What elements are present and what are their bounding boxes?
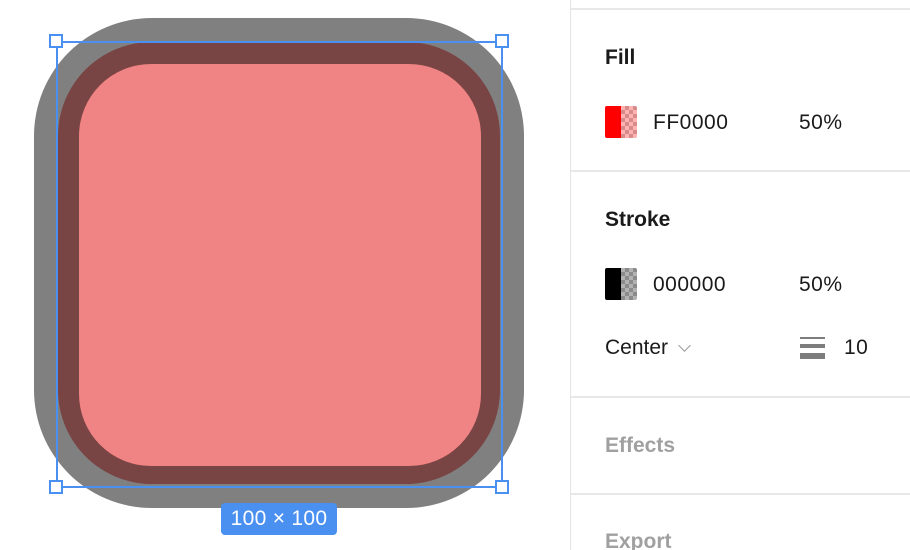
fill-section-title: Fill — [605, 46, 636, 69]
stroke-section-title: Stroke — [605, 208, 671, 231]
weight-bar — [800, 344, 825, 348]
fill-hex-input[interactable]: FF0000 — [653, 111, 728, 135]
stroke-weight-input[interactable]: 10 — [844, 336, 868, 360]
fill-opacity-input[interactable]: 50% — [799, 111, 843, 135]
section-divider — [571, 396, 910, 398]
fill-color-tint — [621, 106, 637, 138]
resize-handle-bottom-right[interactable] — [495, 480, 509, 494]
effects-section-title[interactable]: Effects — [605, 434, 675, 458]
fill-color-solid — [605, 106, 621, 138]
stroke-color-swatch[interactable] — [605, 268, 637, 300]
design-canvas[interactable]: 100 × 100 — [0, 0, 570, 550]
section-divider — [571, 8, 910, 10]
fill-color-swatch[interactable] — [605, 106, 637, 138]
stroke-align-dropdown[interactable]: Center — [605, 336, 691, 360]
properties-panel: Fill FF0000 50% Stroke 000000 50% Center… — [570, 0, 910, 550]
section-divider — [571, 493, 910, 495]
selection-bounding-box[interactable] — [56, 41, 503, 488]
dimensions-label: 100 × 100 — [221, 503, 337, 535]
weight-bar — [800, 353, 825, 359]
stroke-align-label: Center — [605, 336, 669, 359]
stroke-opacity-input[interactable]: 50% — [799, 273, 843, 297]
resize-handle-top-right[interactable] — [495, 34, 509, 48]
resize-handle-bottom-left[interactable] — [49, 480, 63, 494]
chevron-down-icon — [678, 338, 691, 352]
stroke-color-tint — [621, 268, 637, 300]
section-divider — [571, 170, 910, 172]
weight-bar — [800, 337, 825, 339]
stroke-hex-input[interactable]: 000000 — [653, 273, 726, 297]
export-section-title[interactable]: Export — [605, 530, 672, 550]
resize-handle-top-left[interactable] — [49, 34, 63, 48]
stroke-weight-icon — [800, 337, 825, 359]
editor-window: 100 × 100 Fill FF0000 50% Stroke 000000 … — [0, 0, 910, 550]
stroke-color-solid — [605, 268, 621, 300]
